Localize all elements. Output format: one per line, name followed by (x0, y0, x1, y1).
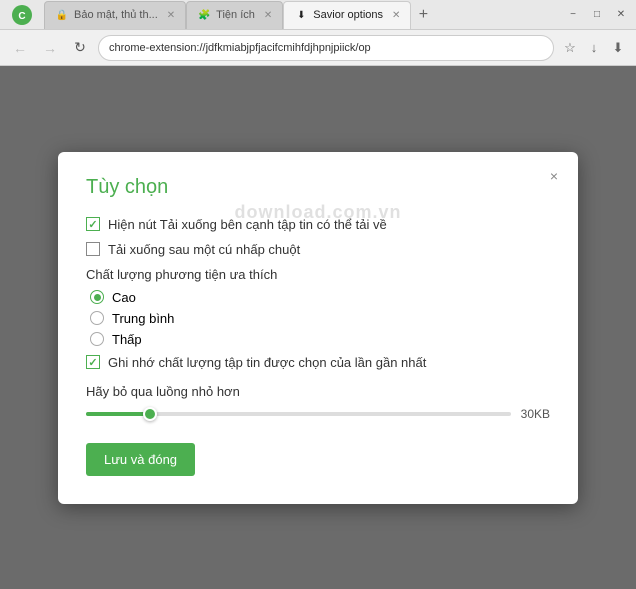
radio-trungbinh-row: Trung bình (90, 311, 550, 326)
radio-cao-row: Cao (90, 290, 550, 305)
address-bar-icons: ☆ ↓ ⬇ (560, 38, 628, 58)
label-tai-xuong: Tải xuống sau một cú nhấp chuột (108, 242, 300, 257)
label-hien-nut: Hiện nút Tải xuống bên cạnh tập tin có t… (108, 217, 387, 232)
label-thap: Thấp (112, 332, 142, 347)
slider-thumb[interactable] (143, 407, 157, 421)
slider-fill (86, 412, 150, 416)
tab-tienich[interactable]: 🧩 Tiện ích ✕ (186, 1, 283, 29)
slider-track[interactable] (86, 412, 511, 416)
quality-section-label: Chất lượng phương tiện ưa thích (86, 267, 550, 282)
dialog-title: Tùy chọn (86, 176, 550, 199)
slider-value: 30KB (521, 407, 550, 421)
option-tai-xuong-row: Tải xuống sau một cú nhấp chuột (86, 242, 550, 257)
slider-row: 30KB (86, 407, 550, 421)
tab-favicon-tienich: 🧩 (197, 8, 211, 22)
dialog-close-button[interactable]: × (544, 166, 564, 186)
new-tab-button[interactable]: + (411, 3, 435, 27)
option-hien-nut-row: Hiện nút Tải xuống bên cạnh tập tin có t… (86, 217, 550, 232)
save-button[interactable]: Lưu và đóng (86, 443, 195, 476)
tab-favicon-baomathu: 🔒 (55, 8, 69, 22)
title-bar: C 🔒 Bảo mật, thủ th... ✕ 🧩 Tiện ích ✕ ⬇ … (0, 0, 636, 30)
window-controls: − □ ✕ (562, 4, 632, 26)
maximize-button[interactable]: □ (586, 4, 608, 26)
tab-close-baomathu[interactable]: ✕ (167, 10, 175, 21)
minimize-button[interactable]: − (562, 4, 584, 26)
bookmark-icon[interactable]: ☆ (560, 38, 580, 58)
quality-radio-group: Cao Trung bình Thấp (90, 290, 550, 347)
tabs-container: C 🔒 Bảo mật, thủ th... ✕ 🧩 Tiện ích ✕ ⬇ … (4, 1, 435, 29)
checkbox-hien-nut[interactable] (86, 217, 100, 231)
label-trungbinh: Trung bình (112, 311, 174, 326)
svg-text:C: C (18, 11, 25, 22)
label-cao: Cao (112, 290, 136, 305)
radio-cao[interactable] (90, 290, 104, 304)
tab-favicon-savior: ⬇ (294, 8, 308, 22)
address-bar: ← → ↻ ☆ ↓ ⬇ (0, 30, 636, 66)
radio-trungbinh[interactable] (90, 311, 104, 325)
download-arrow-icon[interactable]: ↓ (584, 38, 604, 58)
tab-close-tienich[interactable]: ✕ (264, 10, 272, 21)
back-button[interactable]: ← (8, 36, 32, 60)
tab-label-baomathu: Bảo mật, thủ th... (74, 9, 158, 21)
tab-baomathu[interactable]: 🔒 Bảo mật, thủ th... ✕ (44, 1, 186, 29)
tab-savior[interactable]: ⬇ Savior options ✕ (283, 1, 411, 29)
radio-thap[interactable] (90, 332, 104, 346)
close-button[interactable]: ✕ (610, 4, 632, 26)
slider-label: Hãy bỏ qua luồng nhỏ hơn (86, 384, 550, 399)
option-ghinho-row: Ghi nhớ chất lượng tập tin được chọn của… (86, 355, 550, 370)
tab-label-savior: Savior options (313, 9, 383, 21)
tab-close-savior[interactable]: ✕ (392, 10, 400, 21)
radio-thap-row: Thấp (90, 332, 550, 347)
slider-section: Hãy bỏ qua luồng nhỏ hơn 30KB (86, 384, 550, 421)
checkbox-tai-xuong[interactable] (86, 242, 100, 256)
checkbox-ghinho[interactable] (86, 355, 100, 369)
label-ghinho: Ghi nhớ chất lượng tập tin được chọn của… (108, 355, 426, 370)
reload-button[interactable]: ↻ (68, 36, 92, 60)
tab-label-tienich: Tiện ích (216, 9, 255, 21)
forward-button[interactable]: → (38, 36, 62, 60)
address-input[interactable] (98, 35, 554, 61)
download-icon[interactable]: ⬇ (608, 38, 628, 58)
browser-logo: C (4, 1, 40, 29)
page-content: download.com.vn Tùy chọn × Hiện nút Tải … (0, 66, 636, 589)
dialog: download.com.vn Tùy chọn × Hiện nút Tải … (58, 152, 578, 504)
